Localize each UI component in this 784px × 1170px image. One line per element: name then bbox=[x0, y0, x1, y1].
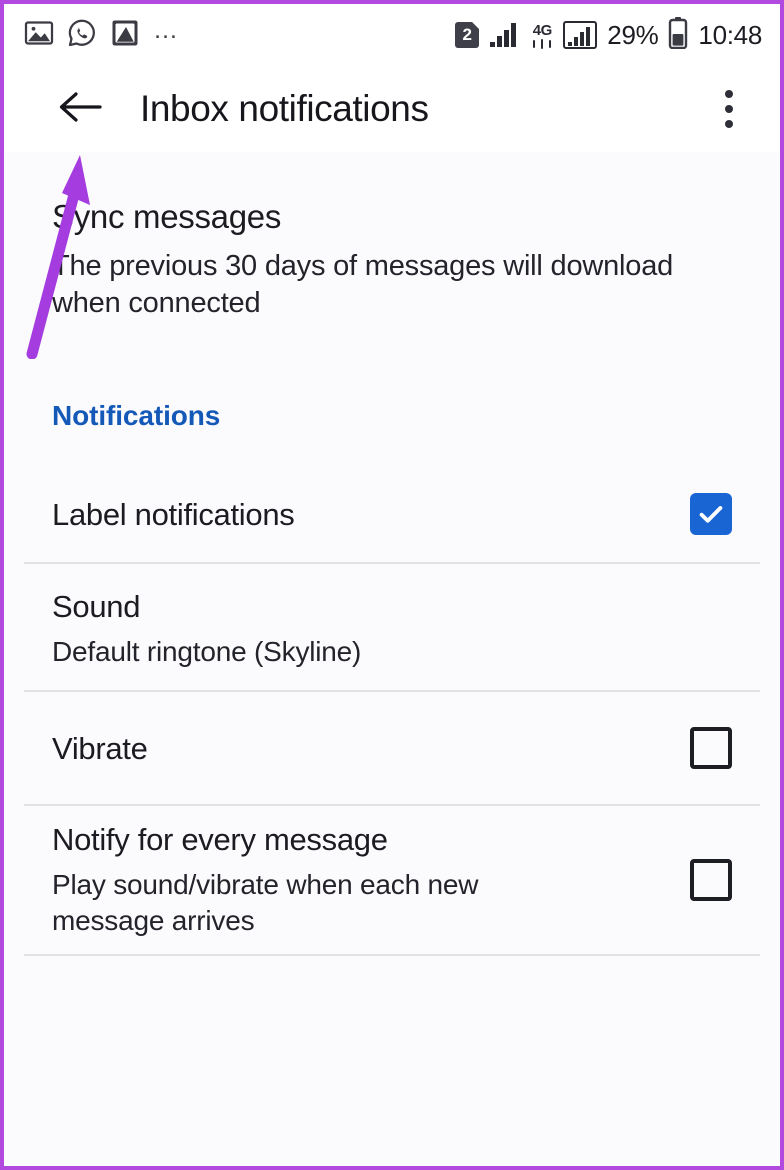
sim-badge: 2 bbox=[455, 22, 480, 48]
signal-bars-icon bbox=[489, 18, 521, 53]
phone-screenshot: … 2 4G 29% 10:48 Inbox notifications Syn… bbox=[0, 0, 784, 1170]
back-button[interactable] bbox=[52, 81, 108, 137]
row-sound[interactable]: Sound Default ringtone (Skyline) bbox=[4, 564, 780, 690]
row-notify-every-message[interactable]: Notify for every message Play sound/vibr… bbox=[4, 806, 780, 954]
overflow-dot-icon bbox=[725, 90, 733, 98]
battery-percent-label: 29% bbox=[607, 19, 659, 50]
back-arrow-icon bbox=[56, 87, 104, 132]
sync-messages-section[interactable]: Sync messages The previous 30 days of me… bbox=[4, 152, 780, 322]
overflow-dot-icon bbox=[725, 120, 733, 128]
screenshot-icon bbox=[110, 18, 140, 53]
row-title: Vibrate bbox=[52, 730, 148, 766]
row-subtitle: Default ringtone (Skyline) bbox=[52, 636, 362, 668]
battery-icon bbox=[668, 16, 688, 54]
row-title: Label notifications bbox=[52, 496, 295, 532]
settings-content: Sync messages The previous 30 days of me… bbox=[4, 152, 780, 957]
network-type-icon: 4G bbox=[531, 22, 553, 49]
row-notify-every-message-label: Notify for every message Play sound/vibr… bbox=[52, 821, 690, 939]
row-sound-label: Sound Default ringtone (Skyline) bbox=[52, 588, 732, 670]
overflow-menu-button[interactable] bbox=[702, 80, 756, 138]
network-type-label: 4G bbox=[532, 21, 553, 39]
sync-messages-title: Sync messages bbox=[52, 198, 282, 235]
overflow-dot-icon bbox=[725, 105, 733, 113]
sync-messages-subtitle: The previous 30 days of messages will do… bbox=[52, 249, 674, 320]
section-header-notifications: Notifications bbox=[52, 400, 221, 432]
page-title: Inbox notifications bbox=[140, 88, 429, 129]
row-subtitle: Play sound/vibrate when each new message… bbox=[52, 869, 479, 937]
notify-every-message-checkbox[interactable] bbox=[690, 859, 732, 902]
vibrate-checkbox[interactable] bbox=[690, 727, 732, 770]
row-vibrate[interactable]: Vibrate bbox=[4, 692, 780, 804]
row-label-notifications[interactable]: Label notifications bbox=[4, 466, 780, 562]
label-notifications-checkbox[interactable] bbox=[690, 493, 732, 536]
image-icon bbox=[24, 18, 54, 53]
divider bbox=[24, 954, 760, 957]
status-bar-left-icons: … bbox=[24, 18, 180, 53]
row-title: Notify for every message bbox=[52, 822, 388, 858]
app-bar: Inbox notifications bbox=[4, 66, 780, 152]
row-label-notifications-label: Label notifications bbox=[52, 496, 690, 533]
sim2-signal-icon bbox=[563, 21, 598, 49]
whatsapp-icon bbox=[67, 18, 97, 53]
clock-label: 10:48 bbox=[698, 19, 762, 50]
row-title: Sound bbox=[52, 589, 141, 625]
status-overflow-ellipsis-icon: … bbox=[153, 16, 180, 44]
check-icon bbox=[699, 506, 723, 523]
row-vibrate-label: Vibrate bbox=[52, 730, 690, 767]
status-bar-right-icons: 2 4G 29% 10:48 bbox=[455, 16, 762, 54]
status-bar: … 2 4G 29% 10:48 bbox=[4, 4, 780, 66]
